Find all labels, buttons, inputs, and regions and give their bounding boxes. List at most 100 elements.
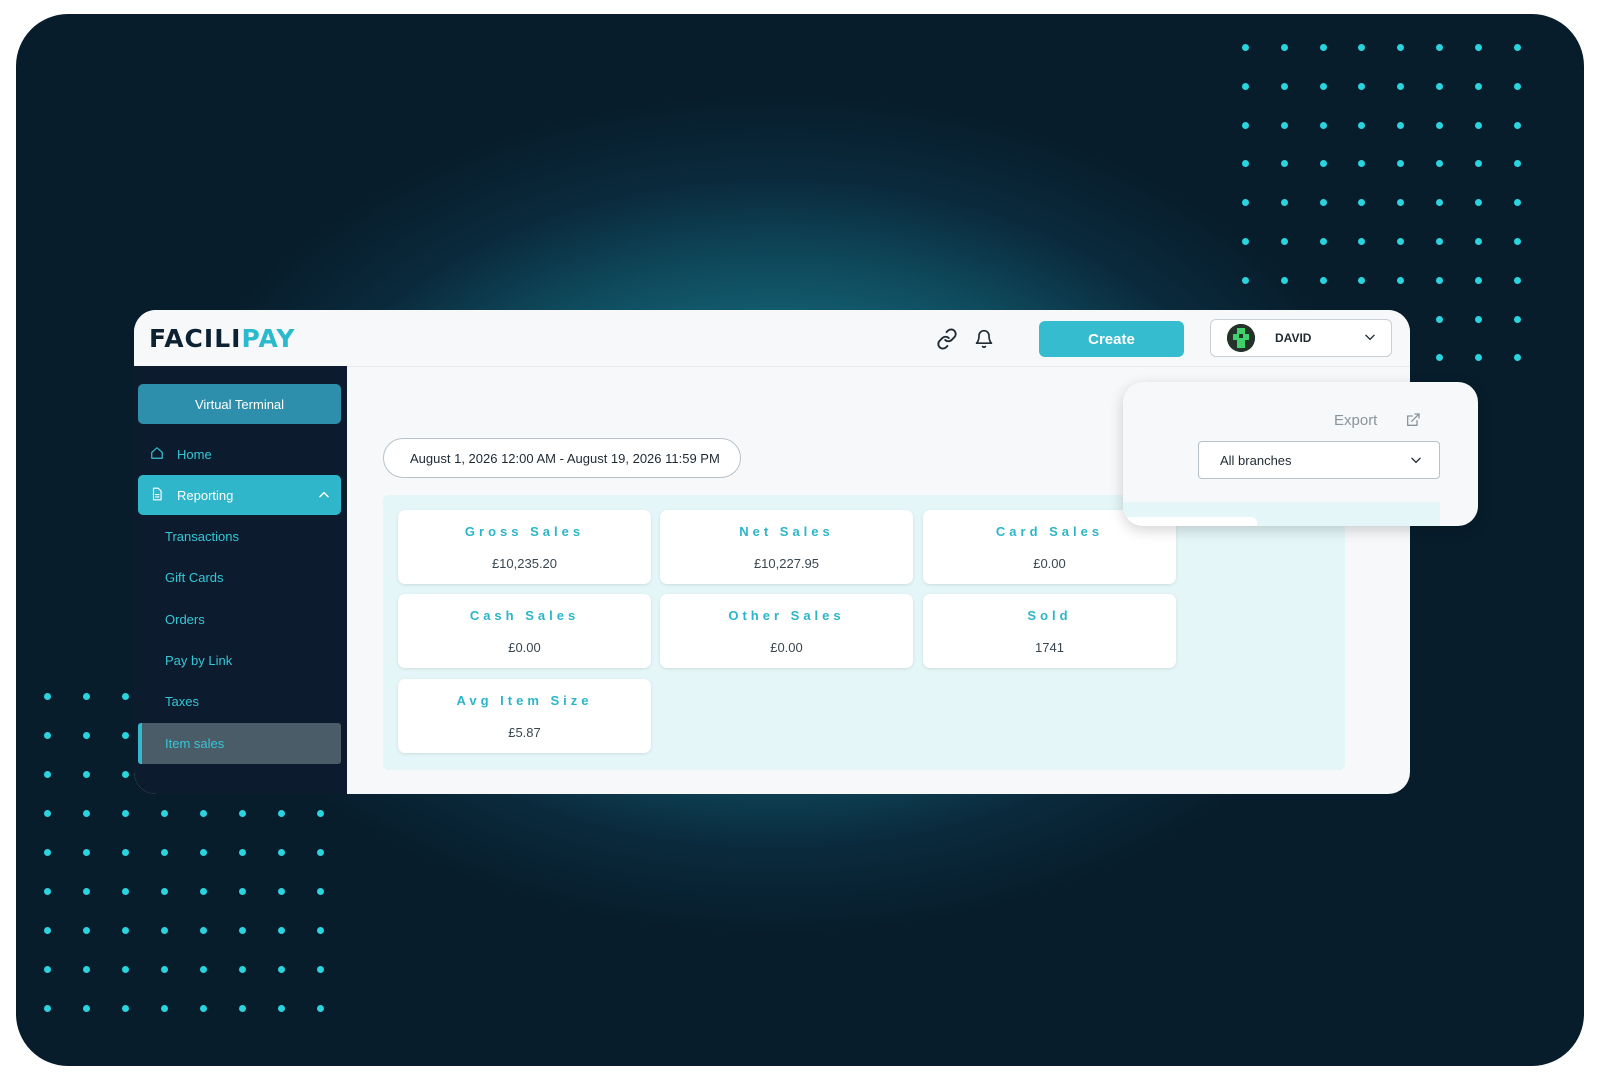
decorative-dot xyxy=(239,1005,246,1012)
sidebar-item-reporting[interactable]: Reporting xyxy=(138,475,341,515)
stat-card-gross-sales: Gross Sales £10,235.20 xyxy=(398,510,651,584)
decorative-dot xyxy=(317,1005,324,1012)
decorative-dot xyxy=(1319,160,1327,168)
sidebar-item-taxes[interactable]: Taxes xyxy=(165,694,199,709)
decorative-dot xyxy=(200,927,207,934)
decorative-dot xyxy=(1242,82,1249,90)
external-link-icon[interactable] xyxy=(1405,412,1421,433)
decorative-dot xyxy=(44,888,51,895)
decorative-dot xyxy=(122,771,129,778)
decorative-dot xyxy=(1397,44,1405,51)
decorative-dot xyxy=(1280,82,1288,90)
sidebar-item-gift-cards[interactable]: Gift Cards xyxy=(165,570,224,585)
bell-icon[interactable] xyxy=(971,326,997,352)
decorative-dot xyxy=(317,849,324,856)
stat-card-sold: Sold 1741 xyxy=(923,594,1176,668)
chevron-down-icon xyxy=(1409,453,1423,472)
decorative-dot xyxy=(1436,354,1443,362)
sidebar-item-item-sales[interactable]: Item sales xyxy=(165,736,224,751)
decorative-dot xyxy=(122,966,129,973)
decorative-dot xyxy=(239,810,246,817)
decorative-dot xyxy=(1280,44,1288,51)
top-bar: FACILIPAY Create DAVID xyxy=(134,310,1410,367)
decorative-dot xyxy=(122,927,129,934)
decorative-dot xyxy=(278,888,285,895)
decorative-dot xyxy=(44,732,51,739)
decorative-dot xyxy=(1436,315,1443,323)
decorative-dot xyxy=(161,927,168,934)
decorative-dot xyxy=(1397,160,1405,168)
sidebar-item-home[interactable]: Home xyxy=(138,434,341,474)
decorative-dot xyxy=(1319,276,1327,284)
facilipay-logo[interactable]: FACILIPAY xyxy=(149,324,296,353)
branch-select[interactable]: All branches xyxy=(1198,441,1440,479)
decorative-dot xyxy=(1436,199,1443,207)
decorative-dot xyxy=(317,927,324,934)
decorative-dot xyxy=(1474,160,1482,168)
sidebar-item-transactions[interactable]: Transactions xyxy=(165,529,239,544)
decorative-dot xyxy=(239,849,246,856)
popover-card-edge xyxy=(1123,517,1257,526)
decorative-dot xyxy=(1436,238,1443,245)
decorative-dot xyxy=(278,849,285,856)
decorative-dot xyxy=(83,771,90,778)
decorative-dot xyxy=(317,966,324,973)
decorative-dot xyxy=(1513,121,1521,129)
stat-card-other-sales: Other Sales £0.00 xyxy=(660,594,913,668)
decorative-dot xyxy=(1436,276,1443,284)
decorative-dot xyxy=(161,849,168,856)
decorative-dot xyxy=(1513,160,1521,168)
decorative-dot xyxy=(239,966,246,973)
sidebar-item-pay-by-link[interactable]: Pay by Link xyxy=(165,653,232,668)
stats-panel: Gross Sales £10,235.20 Net Sales £10,227… xyxy=(383,495,1345,770)
decorative-dot xyxy=(1474,44,1482,51)
decorative-dot xyxy=(1358,238,1366,245)
decorative-dot xyxy=(122,693,129,700)
decorative-dot xyxy=(83,849,90,856)
decorative-dot xyxy=(83,888,90,895)
create-button[interactable]: Create xyxy=(1039,321,1184,357)
decorative-dot xyxy=(1280,276,1288,284)
decorative-dot xyxy=(1358,199,1366,207)
export-button[interactable]: Export xyxy=(1334,412,1377,429)
decorative-dot xyxy=(1319,82,1327,90)
decorative-dot xyxy=(83,966,90,973)
decorative-dot xyxy=(1513,276,1521,284)
decorative-dot xyxy=(1242,199,1249,207)
decorative-dot xyxy=(1319,44,1327,51)
decorative-dot xyxy=(1242,44,1249,51)
decorative-dot xyxy=(1436,121,1443,129)
decorative-dot xyxy=(161,1005,168,1012)
decorative-dot xyxy=(1513,199,1521,207)
decorative-dot xyxy=(1358,82,1366,90)
user-menu[interactable]: DAVID xyxy=(1210,319,1392,357)
decorative-dot xyxy=(1358,160,1366,168)
user-name: DAVID xyxy=(1275,331,1312,345)
decorative-dot xyxy=(83,927,90,934)
chevron-up-icon xyxy=(317,488,331,507)
filter-popover: Export All branches xyxy=(1123,382,1478,526)
decorative-dot xyxy=(1397,121,1405,129)
decorative-dot xyxy=(278,966,285,973)
decorative-dot xyxy=(1436,44,1443,51)
decorative-dot xyxy=(1474,354,1482,362)
decorative-dot xyxy=(200,810,207,817)
decorative-dot xyxy=(44,810,51,817)
decorative-dot xyxy=(122,1005,129,1012)
decorative-dot xyxy=(1397,276,1405,284)
document-icon xyxy=(150,487,166,503)
decorative-dot xyxy=(200,888,207,895)
decorative-dot xyxy=(1474,315,1482,323)
sidebar-item-orders[interactable]: Orders xyxy=(165,612,205,627)
link-icon[interactable] xyxy=(934,326,960,352)
decorative-dot xyxy=(1474,121,1482,129)
virtual-terminal-button[interactable]: Virtual Terminal xyxy=(138,384,341,424)
decorative-dot xyxy=(1242,238,1249,245)
decorative-dot xyxy=(1358,121,1366,129)
decorative-dot xyxy=(44,927,51,934)
stat-card-cash-sales: Cash Sales £0.00 xyxy=(398,594,651,668)
decorative-dot xyxy=(239,927,246,934)
date-range-picker[interactable]: August 1, 2026 12:00 AM - August 19, 202… xyxy=(383,438,741,478)
stat-card-avg-item-size: Avg Item Size £5.87 xyxy=(398,679,651,753)
decorative-dot xyxy=(1242,160,1249,168)
